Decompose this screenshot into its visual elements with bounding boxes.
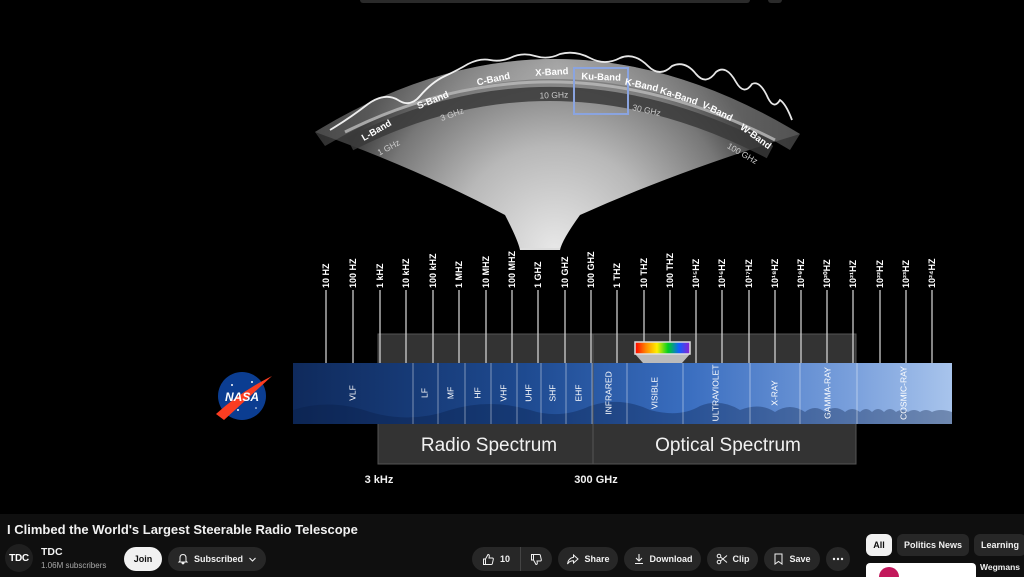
optical-spectrum-label: Optical Spectrum xyxy=(655,435,801,456)
thumbs-down-icon xyxy=(531,553,542,565)
save-label: Save xyxy=(789,554,811,564)
segment-label: MF xyxy=(445,387,455,399)
segment-label: EHF xyxy=(573,385,583,402)
like-count: 10 xyxy=(499,554,510,564)
share-icon xyxy=(567,553,580,564)
arc-freq-label: 10 GHz xyxy=(539,90,568,101)
tick-labels: 10 HZ 100 HZ 1 kHZ 10 kHZ 100 kHZ 1 MHZ 10 MHZ… xyxy=(321,250,937,288)
svg-text:NASA: NASA xyxy=(225,390,259,404)
tick-label: 10 MHZ xyxy=(481,255,491,288)
tick-label: 10²²HZ xyxy=(875,259,885,288)
visible-rainbow xyxy=(634,341,691,355)
tick-label: 10²⁴HZ xyxy=(927,258,937,288)
segment-label: INFRARED xyxy=(603,371,613,414)
tick-label: 100 MHZ xyxy=(507,250,517,288)
clip-button[interactable]: Clip xyxy=(707,547,758,571)
bell-icon xyxy=(177,553,189,565)
tick-label: 10²³HZ xyxy=(901,259,911,288)
tick-label: 100 GHZ xyxy=(586,251,596,288)
scissors-icon xyxy=(716,553,727,565)
top-bar-remnant xyxy=(360,0,750,3)
tick-label: 10 THZ xyxy=(639,257,649,288)
bookmark-icon xyxy=(774,553,783,565)
tick-label: 10¹⁶HZ xyxy=(717,258,727,288)
video-player[interactable]: L-Band S-Band C-Band X-Band Ku-Band K-Band Ka-… xyxy=(0,0,1024,514)
tick-label: 1 MHZ xyxy=(454,260,464,288)
channel-name[interactable]: TDC xyxy=(41,546,63,558)
share-button[interactable]: Share xyxy=(558,547,618,571)
download-button[interactable]: Download xyxy=(624,547,701,571)
tick-label: 100 HZ xyxy=(348,258,358,288)
tick-label: 100 THZ xyxy=(665,252,675,288)
top-bar-remnant-small xyxy=(768,0,782,3)
save-button[interactable]: Save xyxy=(764,547,820,571)
tick-label: 100 kHZ xyxy=(428,253,438,288)
segment-label: VISIBLE xyxy=(649,377,659,409)
join-button[interactable]: Join xyxy=(124,547,162,571)
channel-avatar[interactable]: TDC xyxy=(5,544,33,572)
tick-label: 10²⁰HZ xyxy=(822,259,832,288)
nasa-logo-icon: NASA xyxy=(216,372,272,420)
segment-label: GAMMA-RAY xyxy=(822,367,832,419)
band-label: X-Band xyxy=(535,66,569,79)
more-actions-button[interactable] xyxy=(826,547,850,571)
more-horizontal-icon xyxy=(832,557,844,561)
dislike-button[interactable] xyxy=(520,547,552,571)
left-bound-label: 3 kHz xyxy=(365,474,394,486)
clip-label: Clip xyxy=(732,554,750,564)
join-label: Join xyxy=(133,554,153,564)
segment-label: HF xyxy=(472,387,482,398)
tick-label: 10 GHZ xyxy=(560,256,570,288)
chip-all[interactable]: All xyxy=(866,534,892,556)
chevron-down-icon xyxy=(249,557,256,562)
like-button[interactable]: 10 xyxy=(472,547,520,571)
segment-label: SHF xyxy=(547,385,557,402)
fan-neck xyxy=(520,248,560,250)
video-title: I Climbed the World's Largest Steerable … xyxy=(7,522,358,537)
band-label: Ku-Band xyxy=(581,71,621,83)
tick-label: 10¹⁵HZ xyxy=(691,258,701,288)
tick-label: 10 kHZ xyxy=(401,258,411,288)
segment-label: X-RAY xyxy=(769,380,779,406)
share-label: Share xyxy=(584,554,610,564)
tick-label: 10 HZ xyxy=(321,263,331,288)
download-label: Download xyxy=(649,554,693,564)
visible-prism xyxy=(635,354,690,363)
chip-politics-news[interactable]: Politics News xyxy=(897,534,969,556)
spectrum-figure: L-BandS-BandC-Band X-Band Ku-Band K-Band Ka-… xyxy=(216,51,952,486)
chip-learning[interactable]: Learning xyxy=(974,534,1024,556)
tick-label: 1 THZ xyxy=(612,262,622,288)
segment-label: VHF xyxy=(498,385,508,402)
tick-label: 10¹⁷HZ xyxy=(744,259,754,288)
tick-label: 10¹⁸HZ xyxy=(770,258,780,288)
video-info-area: I Climbed the World's Largest Steerable … xyxy=(0,514,1024,577)
segment-label: VLF xyxy=(347,385,357,401)
download-icon xyxy=(634,554,643,565)
segment-label: LF xyxy=(419,388,429,398)
tick-label: 10¹⁹HZ xyxy=(796,258,806,288)
thumbs-up-icon xyxy=(482,553,494,565)
recommendation-title[interactable]: Wegmans xyxy=(980,562,1020,572)
segment-label: UHF xyxy=(523,384,533,401)
segment-label: ULTRAVIOLET xyxy=(710,365,720,422)
subscribed-button[interactable]: Subscribed xyxy=(168,547,266,571)
subscribed-label: Subscribed xyxy=(193,554,243,564)
tick-label: 1 kHZ xyxy=(375,263,385,288)
right-bound-label: 300 GHz xyxy=(574,474,618,486)
segment-label: COSMIC-RAY xyxy=(898,366,908,420)
tick-label: 1 GHZ xyxy=(533,261,543,288)
subscriber-count: 1.06M subscribers xyxy=(41,561,107,570)
tick-label: 10²¹HZ xyxy=(848,259,858,288)
radio-spectrum-label: Radio Spectrum xyxy=(421,435,557,456)
